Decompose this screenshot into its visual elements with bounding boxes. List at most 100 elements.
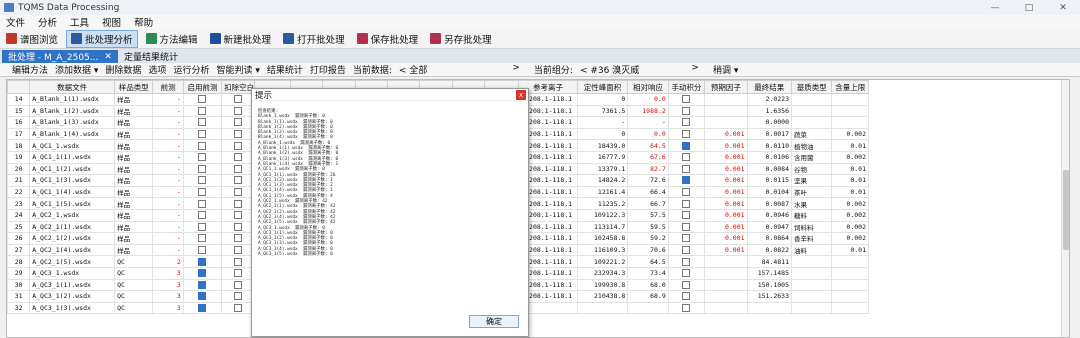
deduct-blank-checkbox[interactable] (233, 303, 242, 312)
column-header[interactable]: 样品类型 (114, 80, 154, 94)
enable-pretest-checkbox[interactable] (198, 153, 207, 162)
menu-tools[interactable]: 工具 (70, 15, 89, 29)
column-header[interactable]: 前测 (152, 80, 184, 94)
enable-pretest-checkbox[interactable] (198, 188, 207, 197)
current-group-select[interactable]: < #36 溴灭威 > (580, 63, 706, 76)
deduct-blank-checkbox[interactable] (233, 280, 242, 289)
deduct-blank-checkbox[interactable] (233, 153, 242, 162)
manual-integration-checkbox[interactable] (682, 141, 691, 150)
enable-pretest-checkbox[interactable] (198, 292, 207, 301)
deduct-blank-checkbox[interactable] (233, 106, 242, 115)
smart-interpret-button[interactable]: 智能判读 ▾ (216, 63, 259, 76)
result-stats-button[interactable]: 结果统计 (267, 63, 303, 76)
column-header[interactable]: 相对响应 (627, 80, 669, 94)
enable-pretest-checkbox[interactable] (198, 95, 207, 104)
manual-integration-checkbox[interactable] (682, 211, 691, 220)
minimize-button[interactable]: — (978, 3, 1012, 13)
menu-analysis[interactable]: 分析 (38, 15, 57, 29)
manual-integration-checkbox[interactable] (682, 246, 691, 255)
tab-quant-stats[interactable]: 定量结果统计 (118, 50, 184, 63)
enable-pretest-checkbox[interactable] (198, 106, 207, 115)
manual-integration-checkbox[interactable] (682, 269, 691, 278)
enable-pretest-checkbox[interactable] (198, 280, 207, 289)
manual-integration-checkbox[interactable] (682, 164, 691, 173)
dialog-ok-button[interactable]: 确定 (469, 315, 519, 328)
delete-data-button[interactable]: 删除数据 (105, 63, 141, 76)
menu-file[interactable]: 文件 (6, 15, 25, 29)
column-header[interactable]: 含量上限 (831, 80, 869, 94)
tab-batch[interactable]: 批处理 - M_A_2505... ✕ (2, 50, 118, 63)
enable-pretest-checkbox[interactable] (198, 269, 207, 278)
add-data-button[interactable]: 添加数据 ▾ (55, 63, 98, 76)
deduct-blank-checkbox[interactable] (233, 130, 242, 139)
deduct-blank-checkbox[interactable] (233, 246, 242, 255)
column-header[interactable] (7, 80, 31, 94)
deduct-blank-checkbox[interactable] (233, 199, 242, 208)
deduct-blank-checkbox[interactable] (233, 234, 242, 243)
manual-integration-checkbox[interactable] (682, 176, 691, 185)
deduct-blank-checkbox[interactable] (233, 269, 242, 278)
enable-pretest-checkbox[interactable] (198, 199, 207, 208)
deduct-blank-checkbox[interactable] (233, 292, 242, 301)
manual-integration-checkbox[interactable] (682, 188, 691, 197)
manual-integration-checkbox[interactable] (682, 234, 691, 243)
deduct-blank-checkbox[interactable] (233, 188, 242, 197)
deduct-blank-checkbox[interactable] (233, 257, 242, 266)
column-header[interactable]: 扣除空白 (221, 80, 255, 94)
deduct-blank-checkbox[interactable] (233, 211, 242, 220)
dialog-close-icon[interactable]: x (516, 90, 526, 100)
scrollbar-thumb[interactable] (1063, 170, 1069, 250)
column-header[interactable]: 启用前测 (182, 80, 223, 94)
enable-pretest-checkbox[interactable] (198, 118, 207, 127)
deduct-blank-checkbox[interactable] (233, 95, 242, 104)
enable-pretest-checkbox[interactable] (198, 164, 207, 173)
current-data-next-icon[interactable]: > (512, 63, 520, 76)
toolbar-button-3[interactable]: 新建批处理 (206, 30, 276, 48)
manual-integration-checkbox[interactable] (682, 292, 691, 301)
maximize-button[interactable]: □ (1012, 3, 1046, 13)
print-report-button[interactable]: 打印报告 (310, 63, 346, 76)
close-window-button[interactable]: ✕ (1046, 3, 1080, 13)
toolbar-button-4[interactable]: 打开批处理 (279, 30, 349, 48)
deduct-blank-checkbox[interactable] (233, 141, 242, 150)
deduct-blank-checkbox[interactable] (233, 176, 242, 185)
manual-integration-checkbox[interactable] (682, 280, 691, 289)
enable-pretest-checkbox[interactable] (198, 130, 207, 139)
options-button[interactable]: 选项 (148, 63, 166, 76)
vertical-scrollbar[interactable] (1061, 80, 1069, 337)
deduct-blank-checkbox[interactable] (233, 118, 242, 127)
enable-pretest-checkbox[interactable] (198, 246, 207, 255)
enable-pretest-checkbox[interactable] (198, 141, 207, 150)
toolbar-button-0[interactable]: 谱图浏览 (2, 30, 62, 48)
manual-integration-checkbox[interactable] (682, 222, 691, 231)
menu-help[interactable]: 帮助 (134, 15, 153, 29)
toolbar-button-6[interactable]: 另存批处理 (426, 30, 496, 48)
column-header[interactable]: 最终结果 (746, 80, 793, 94)
menu-view[interactable]: 视图 (102, 15, 121, 29)
deduct-blank-checkbox[interactable] (233, 164, 242, 173)
enable-pretest-checkbox[interactable] (198, 257, 207, 266)
manual-integration-checkbox[interactable] (682, 303, 691, 312)
close-tab-icon[interactable]: ✕ (104, 52, 112, 62)
enable-pretest-checkbox[interactable] (198, 211, 207, 220)
edit-method-button[interactable]: 编辑方法 (12, 63, 48, 76)
toolbar-button-1[interactable]: 批处理分析 (66, 29, 138, 48)
manual-integration-checkbox[interactable] (682, 153, 691, 162)
enable-pretest-checkbox[interactable] (198, 176, 207, 185)
column-header[interactable]: 基质类型 (791, 80, 833, 94)
current-data-select[interactable]: < 全部 > (399, 63, 527, 76)
column-header[interactable]: 定性峰面积 (576, 80, 629, 94)
toolbar-button-2[interactable]: 方法编辑 (142, 30, 202, 48)
manual-integration-checkbox[interactable] (682, 95, 691, 104)
column-header[interactable]: 数据文件 (29, 80, 116, 94)
toolbar-button-5[interactable]: 保存批处理 (353, 30, 423, 48)
group-extra-dropdown[interactable]: 稍调 ▾ (713, 63, 738, 76)
run-analysis-button[interactable]: 运行分析 (173, 63, 209, 76)
column-header[interactable]: 预期因子 (704, 80, 748, 94)
column-header[interactable]: 手动积分 (667, 80, 706, 94)
enable-pretest-checkbox[interactable] (198, 303, 207, 312)
manual-integration-checkbox[interactable] (682, 257, 691, 266)
enable-pretest-checkbox[interactable] (198, 234, 207, 243)
manual-integration-checkbox[interactable] (682, 199, 691, 208)
manual-integration-checkbox[interactable] (682, 130, 691, 139)
